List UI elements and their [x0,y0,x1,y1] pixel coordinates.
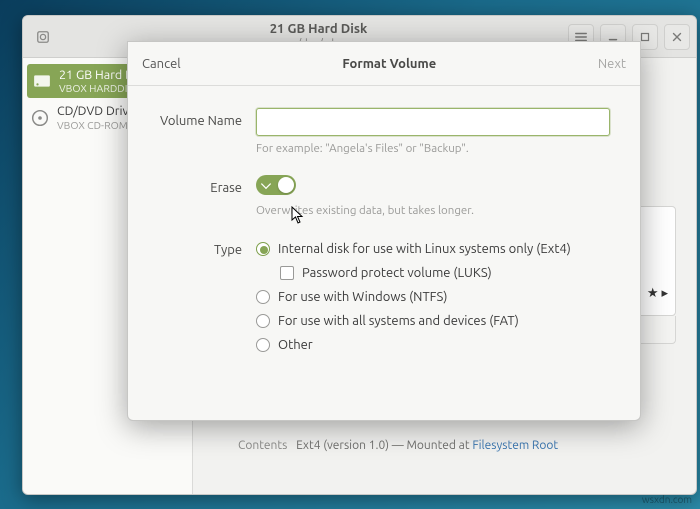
app-menu-icon[interactable] [29,23,57,51]
close-button[interactable] [664,24,690,50]
disc-icon [31,109,49,127]
type-option-label: Internal disk for use with Linux systems… [278,242,571,256]
next-button[interactable]: Next [598,57,626,71]
dialog-title: Format Volume [181,57,598,71]
type-label: Type [158,237,256,257]
type-option-luks[interactable]: Password protect volume (LUKS) [280,261,610,285]
checkbox-icon [280,266,294,280]
volume-name-input[interactable] [256,108,610,136]
contents-row: Contents Ext4 (version 1.0) — Mounted at… [238,439,558,452]
erase-toggle[interactable] [256,175,296,195]
erase-label: Erase [158,175,256,195]
type-option-fat[interactable]: For use with all systems and devices (FA… [256,309,610,333]
type-option-other[interactable]: Other [256,333,610,357]
erase-row: Erase Overwrites existing data, but take… [158,175,610,217]
type-option-ntfs[interactable]: For use with Windows (NTFS) [256,285,610,309]
type-option-label: For use with all systems and devices (FA… [278,314,519,328]
volume-name-hint: For example: "Angela's Files" or "Backup… [256,142,610,155]
filesystem-root-link[interactable]: Filesystem Root [472,439,558,452]
cancel-button[interactable]: Cancel [142,57,181,71]
sidebar-item-title: CD/DVD Drive [57,104,136,118]
dialog-header: Cancel Format Volume Next [128,42,640,86]
dialog-body: Volume Name For example: "Angela's Files… [128,86,640,420]
erase-hint: Overwrites existing data, but takes long… [256,204,610,217]
format-volume-dialog: Cancel Format Volume Next Volume Name Fo… [127,41,641,421]
type-options: Internal disk for use with Linux systems… [256,237,610,357]
sidebar-item-sub: VBOX CD-ROM [57,119,136,131]
harddisk-icon [33,72,51,90]
volume-name-label: Volume Name [158,108,256,128]
radio-icon [256,338,270,352]
window-title: 21 GB Hard Disk [69,22,568,38]
type-option-label: Password protect volume (LUKS) [302,266,492,280]
contents-label: Contents [238,439,287,452]
volume-star-button[interactable]: ★ ▸ [647,286,668,301]
watermark: wsxdn.com [642,494,692,505]
type-row: Type Internal disk for use with Linux sy… [158,237,610,357]
radio-icon [256,242,270,256]
volume-name-row: Volume Name For example: "Angela's Files… [158,108,610,155]
contents-value: Ext4 (version 1.0) — Mounted at [296,439,472,452]
type-option-label: Other [278,338,313,352]
radio-icon [256,290,270,304]
radio-icon [256,314,270,328]
type-option-label: For use with Windows (NTFS) [278,290,447,304]
type-option-ext4[interactable]: Internal disk for use with Linux systems… [256,237,610,261]
